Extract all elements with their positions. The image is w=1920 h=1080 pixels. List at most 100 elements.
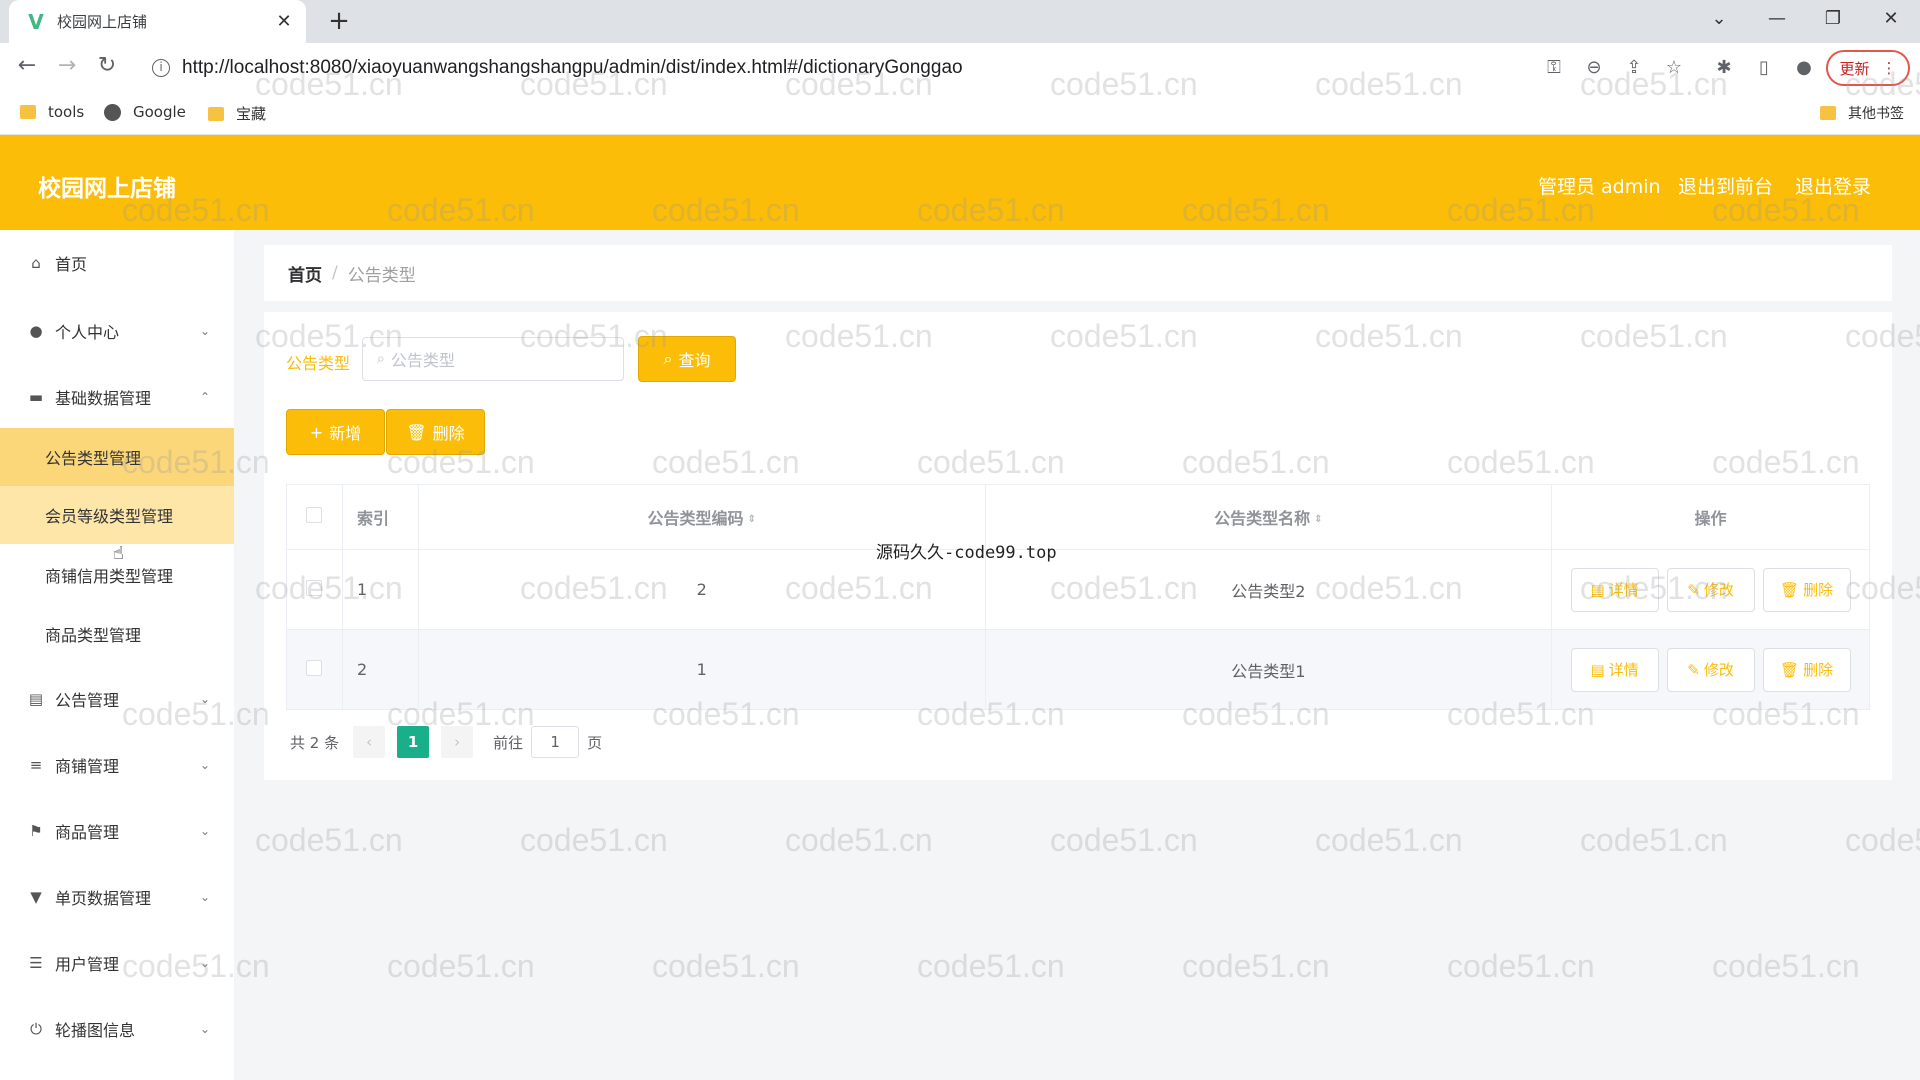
reload-icon[interactable]: ↻ [92, 53, 122, 78]
bookmark-label: Google [133, 103, 186, 121]
new-tab-icon[interactable]: + [324, 6, 354, 36]
bookmark-label: 其他书签 [1848, 106, 1904, 122]
plus-icon: + [309, 422, 324, 442]
update-button[interactable]: 更新 ⋮ [1826, 50, 1910, 86]
to-front-link[interactable]: 退出到前台 [1678, 172, 1773, 199]
next-page-icon[interactable]: › [441, 726, 474, 758]
sort-icon[interactable]: ⇕ [748, 514, 756, 525]
col-code-label: 公告类型编码 [647, 509, 744, 528]
maximize-icon[interactable]: ❐ [1818, 8, 1848, 29]
page-number[interactable]: 1 [397, 726, 430, 758]
goto-page-input[interactable]: 1 [531, 726, 580, 758]
close-tab-icon[interactable]: ✕ [274, 11, 294, 32]
cell-ops: ▤ 详情 ✎ 修改 🗑 删除 [1551, 629, 1870, 710]
batch-delete-button[interactable]: 🗑 删除 [386, 409, 485, 455]
side-panel-icon[interactable]: ▯ [1752, 57, 1776, 78]
list-icon: ☰ [29, 954, 43, 972]
sidebar-subitem-label: 会员等级类型管理 [45, 507, 174, 526]
prev-page-icon[interactable]: ‹ [353, 726, 386, 758]
back-icon[interactable]: ← [12, 53, 42, 78]
search-placeholder: 公告类型 [390, 351, 455, 370]
sidebar-item-basic-data[interactable]: ▬ 基础数据管理 ⌃ [0, 372, 234, 422]
edit-icon: ✎ [1687, 580, 1700, 599]
sidebar-item-home[interactable]: ⌂ 首页 [0, 238, 234, 288]
add-button[interactable]: + 新增 [286, 409, 385, 455]
share-icon[interactable]: ⇪ [1622, 57, 1646, 78]
sidebar-subitem-notice-type[interactable]: 公告类型管理 [0, 428, 234, 486]
sidebar-subitem-goods-type[interactable]: 商品类型管理 [0, 605, 234, 663]
row-checkbox[interactable] [306, 659, 323, 676]
cell-ops: ▤ 详情 ✎ 修改 🗑 删除 [1551, 549, 1870, 630]
bookmark-star-icon[interactable]: ☆ [1662, 57, 1686, 78]
bookmark-tools[interactable]: tools [20, 103, 84, 121]
edit-label: 修改 [1703, 581, 1734, 599]
col-ops-label: 操作 [1694, 509, 1727, 528]
chevron-down-icon: ⌄ [199, 824, 210, 838]
window-close-icon[interactable]: ✕ [1876, 8, 1906, 29]
breadcrumb-home[interactable]: 首页 [288, 261, 322, 286]
col-name[interactable]: 公告类型名称 ⇕ [984, 484, 1553, 550]
bookmark-google[interactable]: Google [104, 103, 186, 121]
bookmark-label: tools [48, 103, 85, 121]
col-name-label: 公告类型名称 [1214, 509, 1311, 528]
edit-button[interactable]: ✎ 修改 [1666, 567, 1755, 612]
sidebar-item-personal[interactable]: ● 个人中心 ⌄ [0, 306, 234, 356]
document-icon: ▤ [1590, 660, 1605, 679]
row-select-cell [286, 549, 343, 630]
sliders-icon: ≡ [29, 756, 43, 774]
browser-tab[interactable]: V 校园网上店铺 ✕ [9, 0, 306, 43]
chevron-down-icon: ⌄ [199, 324, 210, 338]
row-checkbox[interactable] [306, 579, 323, 596]
sidebar-item-goods[interactable]: ⚑ 商品管理 ⌄ [0, 806, 234, 856]
sidebar-item-carousel[interactable]: ⏻ 轮播图信息 ⌄ [0, 1004, 234, 1054]
watermark-text: code51.cn [652, 948, 800, 984]
edit-button[interactable]: ✎ 修改 [1666, 647, 1755, 692]
sidebar-item-label: 单页数据管理 [55, 889, 152, 908]
folder-icon [20, 105, 36, 119]
overlay-watermark-text: 源码久久-code99.top [876, 543, 1057, 563]
bookmark-other[interactable]: 其他书签 [1820, 103, 1904, 123]
sidebar-item-users[interactable]: ☰ 用户管理 ⌄ [0, 938, 234, 988]
more-menu-icon: ⋮ [1881, 59, 1897, 77]
sidebar-item-label: 用户管理 [55, 955, 120, 974]
row-select-cell [286, 629, 343, 710]
trash-icon: 🗑 [1780, 580, 1800, 599]
extensions-icon[interactable]: ✱ [1712, 57, 1736, 78]
query-button[interactable]: ⌕ 查询 [638, 336, 736, 382]
detail-button[interactable]: ▤ 详情 [1570, 647, 1659, 692]
search-input[interactable]: ⌕ 公告类型 [362, 337, 624, 381]
delete-row-button[interactable]: 🗑 删除 [1762, 647, 1851, 692]
app-header: 校园网上店铺 管理员 admin 退出到前台 退出登录 [0, 135, 1920, 230]
table-row: 2 1 公告类型1 ▤ 详情 ✎ 修改 🗑 删除 [286, 629, 1870, 710]
add-button-label: 新增 [329, 424, 362, 443]
sort-icon[interactable]: ⇕ [1314, 514, 1322, 525]
sidebar-item-shop[interactable]: ≡ 商铺管理 ⌄ [0, 740, 234, 790]
address-bar: ← → ↻ i http://localhost:8080/xiaoyuanwa… [0, 43, 1920, 93]
profile-icon[interactable]: ● [1792, 57, 1816, 78]
sidebar-item-notice[interactable]: ▤ 公告管理 ⌄ [0, 674, 234, 724]
cell-name: 公告类型1 [984, 629, 1553, 710]
site-info-icon[interactable]: i [152, 59, 170, 77]
chevron-down-icon: ⌄ [199, 890, 210, 904]
select-all-checkbox[interactable] [306, 507, 323, 523]
watermark-text: code51.cn [1580, 822, 1728, 858]
delete-row-button[interactable]: 🗑 删除 [1762, 567, 1851, 612]
watermark-text: code51.cn [1712, 948, 1860, 984]
logout-link[interactable]: 退出登录 [1795, 172, 1871, 199]
detail-label: 详情 [1608, 661, 1639, 679]
sidebar-item-single-page[interactable]: ▼ 单页数据管理 ⌄ [0, 872, 234, 922]
table-header-row: 索引 公告类型编码 ⇕ 公告类型名称 ⇕ 操作 [286, 484, 1870, 550]
detail-button[interactable]: ▤ 详情 [1570, 567, 1659, 612]
search-label: 公告类型 [286, 354, 351, 373]
url-text: http://localhost:8080/xiaoyuanwangshangs… [182, 57, 963, 78]
bookmark-treasure[interactable]: 宝藏 [208, 103, 266, 124]
flag-icon: ⚑ [29, 822, 43, 840]
tab-search-icon[interactable]: ⌄ [1704, 8, 1734, 29]
browser-tabbar: V 校园网上店铺 ✕ + ⌄ — ❐ ✕ [0, 0, 1920, 43]
minimize-icon[interactable]: — [1762, 8, 1792, 29]
key-icon[interactable]: ⚿ [1542, 57, 1566, 78]
zoom-icon[interactable]: ⊖ [1582, 57, 1606, 78]
forward-icon[interactable]: → [52, 53, 82, 78]
sidebar-subitem-member-level[interactable]: 会员等级类型管理 [0, 486, 234, 544]
watermark-text: code51.cn [255, 822, 403, 858]
